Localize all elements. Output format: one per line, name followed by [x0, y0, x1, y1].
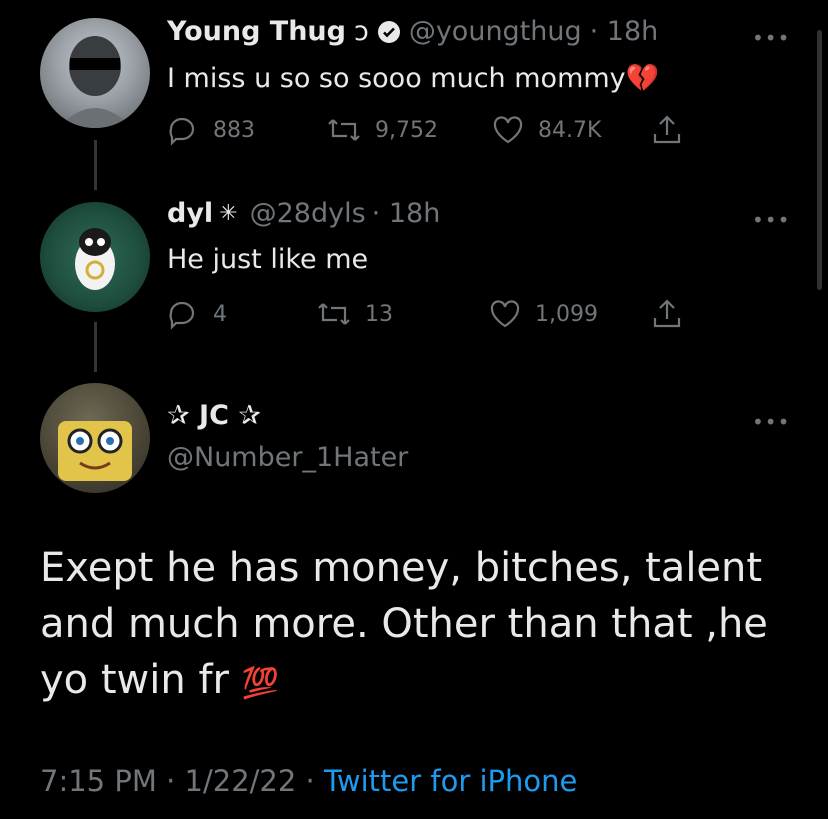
tweet-date[interactable]: 1/22/22 [185, 764, 297, 798]
share-button[interactable] [651, 114, 683, 146]
avatar-illustration [58, 36, 132, 128]
author-name[interactable]: Young Thug [167, 16, 346, 47]
like-icon [492, 114, 524, 146]
like-count: 84.7K [538, 117, 602, 143]
author-name[interactable]: dyl [167, 198, 213, 229]
share-icon [651, 114, 683, 146]
more-icon[interactable]: ••• [752, 26, 790, 50]
retweet-count: 13 [365, 301, 393, 327]
avatar-dyl[interactable] [40, 202, 150, 312]
reply-button[interactable]: 883 [167, 114, 255, 146]
tweet-timestamp[interactable]: 7:15 PM [40, 764, 157, 798]
tweet-text-content: I miss u so so sooo much mommy [167, 63, 626, 94]
retweet-button[interactable]: 13 [317, 298, 393, 330]
name-symbol: ✳ [219, 201, 238, 226]
like-icon [489, 298, 521, 330]
meta-separator: · [166, 764, 185, 798]
more-icon[interactable]: ••• [752, 208, 790, 232]
avatar-illustration [75, 228, 115, 290]
tweet-header: Young Thug ↄ @youngthug · 18h [167, 16, 658, 47]
retweet-icon [317, 298, 351, 330]
like-button[interactable]: 1,099 [489, 298, 598, 330]
reply-icon [167, 298, 199, 330]
like-count: 1,099 [535, 301, 598, 327]
more-icon[interactable]: ••• [752, 410, 790, 434]
reply-button[interactable]: 4 [167, 298, 227, 330]
like-button[interactable]: 84.7K [492, 114, 601, 146]
scrollbar[interactable] [817, 30, 822, 290]
retweet-icon [327, 114, 361, 146]
reply-count: 883 [213, 117, 255, 143]
thread-line [94, 322, 97, 372]
avatar-youngthug[interactable] [40, 18, 150, 128]
name-symbol: ↄ [353, 16, 369, 47]
hundred-points-emoji: 💯 [241, 666, 280, 701]
retweet-count: 9,752 [375, 117, 438, 143]
verified-badge-icon [377, 20, 401, 44]
tweet-text: He just like me [167, 244, 369, 275]
author-handle[interactable]: @youngthug [409, 16, 582, 47]
avatar-jc[interactable] [40, 383, 150, 493]
tweet-source-link[interactable]: Twitter for iPhone [324, 764, 577, 798]
tweet-actions: 4 13 1,099 [167, 298, 687, 334]
author-handle[interactable]: @Number_1Hater [167, 442, 408, 473]
meta-separator: · [305, 764, 324, 798]
tweet-actions: 883 9,752 84.7K [167, 114, 687, 150]
tweet-time[interactable]: · 18h [590, 16, 659, 47]
tweet-time[interactable]: · 18h [372, 198, 441, 229]
reply-count: 4 [213, 301, 227, 327]
main-tweet-text-content: Exept he has money, bitches, talent and … [40, 545, 768, 703]
tweet-text: I miss u so so sooo much mommy💔 [167, 62, 659, 94]
reply-icon [167, 114, 199, 146]
broken-heart-emoji: 💔 [625, 63, 660, 94]
tweet-meta: 7:15 PM · 1/22/22 · Twitter for iPhone [40, 764, 577, 798]
thread-line [94, 140, 97, 190]
author-name[interactable]: ✰ JC ✰ [167, 400, 261, 431]
share-button[interactable] [651, 298, 683, 330]
main-tweet-text: Exept he has money, bitches, talent and … [40, 540, 780, 712]
avatar-illustration [58, 421, 132, 481]
retweet-button[interactable]: 9,752 [327, 114, 438, 146]
share-icon [651, 298, 683, 330]
author-handle[interactable]: @28dyls [250, 198, 366, 229]
tweet-header: dyl ✳ @28dyls · 18h [167, 198, 440, 229]
